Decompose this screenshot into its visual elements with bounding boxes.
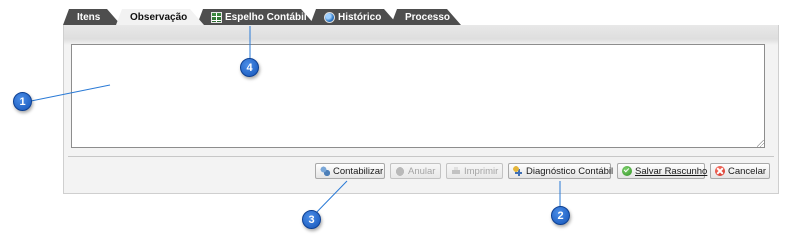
grid-table-icon <box>211 12 222 23</box>
cancelar-button[interactable]: Cancelar <box>710 163 770 179</box>
cancel-icon <box>715 166 725 176</box>
callout-number: 4 <box>246 61 253 74</box>
printer-icon <box>451 166 461 176</box>
callout-number: 2 <box>557 209 564 222</box>
button-label: Anular <box>408 165 436 177</box>
button-label: Cancelar <box>728 165 767 177</box>
diagnostico-contabil-button[interactable]: Diagnóstico Contábil <box>508 163 614 179</box>
button-label: Salvar Rascunho <box>635 165 708 177</box>
divider <box>68 156 774 157</box>
tab-observacao[interactable]: Observação <box>116 9 204 25</box>
tab-itens[interactable]: Itens <box>63 9 121 25</box>
callout-3: 3 <box>302 210 321 229</box>
tab-label: Histórico <box>338 11 382 23</box>
button-label: Imprimir <box>464 165 499 177</box>
tab-label: Espelho Contábil <box>225 11 307 23</box>
tab-strip: Itens Processo Histórico Espelho Contábi… <box>63 9 779 25</box>
check-icon <box>622 166 632 176</box>
tab-label: Observação <box>130 11 188 23</box>
tab-label: Processo <box>405 11 451 23</box>
contabilizar-button[interactable]: Contabilizar <box>315 163 385 179</box>
tab-label: Itens <box>77 11 101 23</box>
callout-number: 1 <box>19 95 26 108</box>
gears-icon <box>320 166 330 176</box>
resize-grip[interactable] <box>757 140 764 147</box>
imprimir-button[interactable]: Imprimir <box>446 163 503 179</box>
callout-1: 1 <box>13 92 32 111</box>
hand-icon <box>395 166 405 176</box>
anular-button[interactable]: Anular <box>390 163 441 179</box>
callout-number: 3 <box>308 213 315 226</box>
observation-textarea[interactable] <box>71 44 765 148</box>
callout-4: 4 <box>240 58 259 77</box>
tab-espelho-contabil[interactable]: Espelho Contábil <box>197 9 315 25</box>
diagnostic-icon <box>513 166 523 176</box>
salvar-rascunho-button[interactable]: Salvar Rascunho <box>617 163 708 179</box>
button-label: Diagnóstico Contábil <box>526 165 614 177</box>
button-label: Contabilizar <box>333 165 384 177</box>
globe-icon <box>324 12 335 23</box>
tab-processo[interactable]: Processo <box>391 9 461 25</box>
callout-2: 2 <box>551 206 570 225</box>
tab-historico[interactable]: Histórico <box>310 9 398 25</box>
